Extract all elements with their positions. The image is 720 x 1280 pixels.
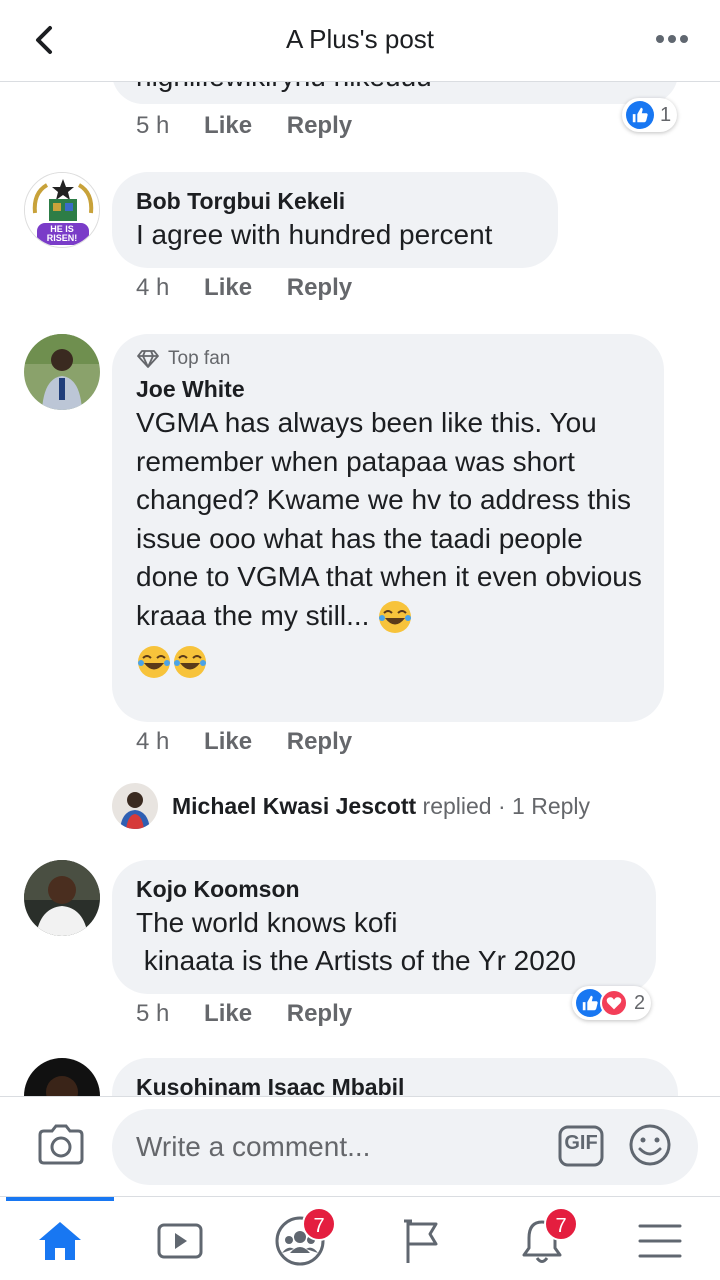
like-link[interactable]: Like <box>204 112 252 139</box>
love-reaction-icon <box>600 989 628 1017</box>
home-icon <box>39 1222 81 1260</box>
comment-meta: 4 h Like Reply <box>136 728 380 756</box>
comment-text-line: The world knows kofi <box>136 907 398 938</box>
comment-time: 5 h <box>136 112 170 139</box>
notifications-badge: 7 <box>544 1207 578 1241</box>
camera-icon[interactable] <box>36 1123 86 1167</box>
reply-link[interactable]: Reply <box>287 112 352 139</box>
diamond-icon <box>137 350 159 368</box>
reply-link[interactable]: Reply <box>287 728 352 755</box>
emoji-icon[interactable] <box>628 1123 672 1167</box>
app: A Plus's post highlifewikiryhu hikeuuu 5… <box>0 0 720 1280</box>
comment-time: 4 h <box>136 728 170 755</box>
more-options-icon[interactable] <box>654 28 694 50</box>
like-link[interactable]: Like <box>204 728 252 755</box>
comment-time: 5 h <box>136 1000 170 1027</box>
reaction-count: 2 <box>634 991 646 1014</box>
avatar[interactable] <box>24 334 100 410</box>
comment-bubble[interactable]: Bob Torgbui Kekeli I agree with hundred … <box>112 172 558 268</box>
comment-bubble[interactable]: Kusohinam Isaac Mbabil <box>112 1058 678 1096</box>
reply-count: · 1 Reply <box>497 792 591 819</box>
like-link[interactable]: Like <box>204 1000 252 1027</box>
video-icon <box>157 1223 203 1259</box>
comment-text: VGMA has always been like this. You reme… <box>136 404 646 680</box>
top-fan-label: Top fan <box>168 348 231 369</box>
comment-bubble[interactable]: Kojo Koomson The world knows kofi kinaat… <box>112 860 656 994</box>
view-replies-row[interactable]: Michael Kwasi Jescott replied · 1 Reply <box>112 782 590 830</box>
tab-watch[interactable] <box>152 1213 208 1269</box>
tab-pages[interactable] <box>394 1213 450 1269</box>
avatar[interactable] <box>24 860 100 936</box>
comment-meta: 5 h Like Reply <box>136 1000 380 1028</box>
comment-text-content: VGMA has always been like this. You reme… <box>136 407 642 631</box>
laughing-emoji-icon <box>172 644 208 680</box>
comments-list: highlifewikiryhu hikeuuu 5 h Like Reply … <box>0 82 720 1096</box>
comment-meta: 4 h Like Reply <box>136 274 380 302</box>
tab-home[interactable] <box>32 1213 88 1269</box>
avatar <box>112 783 158 829</box>
laughing-emoji-icon <box>377 599 413 635</box>
active-tab-indicator <box>6 1197 114 1201</box>
reply-link[interactable]: Reply <box>287 274 352 301</box>
like-reaction-icon <box>626 101 654 129</box>
bottom-nav: 7 7 <box>0 1196 720 1280</box>
avatar[interactable]: HE IS RISEN! <box>24 172 100 248</box>
replied-label: replied <box>422 792 492 819</box>
page-title: A Plus's post <box>285 24 435 54</box>
menu-icon <box>638 1224 682 1258</box>
reaction-count: 1 <box>660 103 672 126</box>
gif-label: GIF <box>564 1132 598 1154</box>
comment-meta: 5 h Like Reply <box>136 112 380 140</box>
groups-badge: 7 <box>302 1207 336 1241</box>
top-fan-badge: Top fan <box>136 348 640 370</box>
reaction-summary[interactable]: 2 <box>572 986 652 1020</box>
avatar[interactable] <box>24 1058 100 1096</box>
commenter-name[interactable]: Bob Torgbui Kekeli <box>136 186 534 216</box>
comment-text: highlifewikiryhu hikeuuu <box>136 82 654 96</box>
replier-name: Michael Kwasi Jescott <box>172 792 417 819</box>
avatar-text: RISEN! <box>46 233 78 243</box>
like-link[interactable]: Like <box>204 274 252 301</box>
comment-text: I agree with hundred percent <box>136 219 493 250</box>
tab-groups[interactable]: 7 <box>272 1207 336 1269</box>
tab-menu[interactable] <box>632 1213 688 1269</box>
tab-notifications[interactable]: 7 <box>514 1207 578 1269</box>
laughing-emoji-icon <box>136 644 172 680</box>
replies-summary[interactable]: Michael Kwasi Jescott replied · 1 Reply <box>172 793 590 820</box>
flag-icon <box>404 1219 438 1263</box>
commenter-name[interactable]: Kojo Koomson <box>136 874 632 904</box>
comment-composer: Write a comment... GIF <box>0 1096 720 1196</box>
top-bar: A Plus's post <box>0 0 720 82</box>
comment-bubble[interactable]: highlifewikiryhu hikeuuu <box>112 82 678 104</box>
comment-text-line: kinaata is the Artists of the Yr 2020 <box>136 945 576 976</box>
comment-time: 4 h <box>136 274 170 301</box>
gif-icon[interactable]: GIF <box>558 1125 604 1167</box>
comment-bubble[interactable]: Top fan Joe White VGMA has always been l… <box>112 334 664 722</box>
comment-input[interactable]: Write a comment... <box>112 1109 698 1185</box>
commenter-name[interactable]: Joe White <box>136 374 640 404</box>
commenter-name[interactable]: Kusohinam Isaac Mbabil <box>136 1072 654 1096</box>
reaction-summary[interactable]: 1 <box>622 98 678 132</box>
reply-link[interactable]: Reply <box>287 1000 352 1027</box>
